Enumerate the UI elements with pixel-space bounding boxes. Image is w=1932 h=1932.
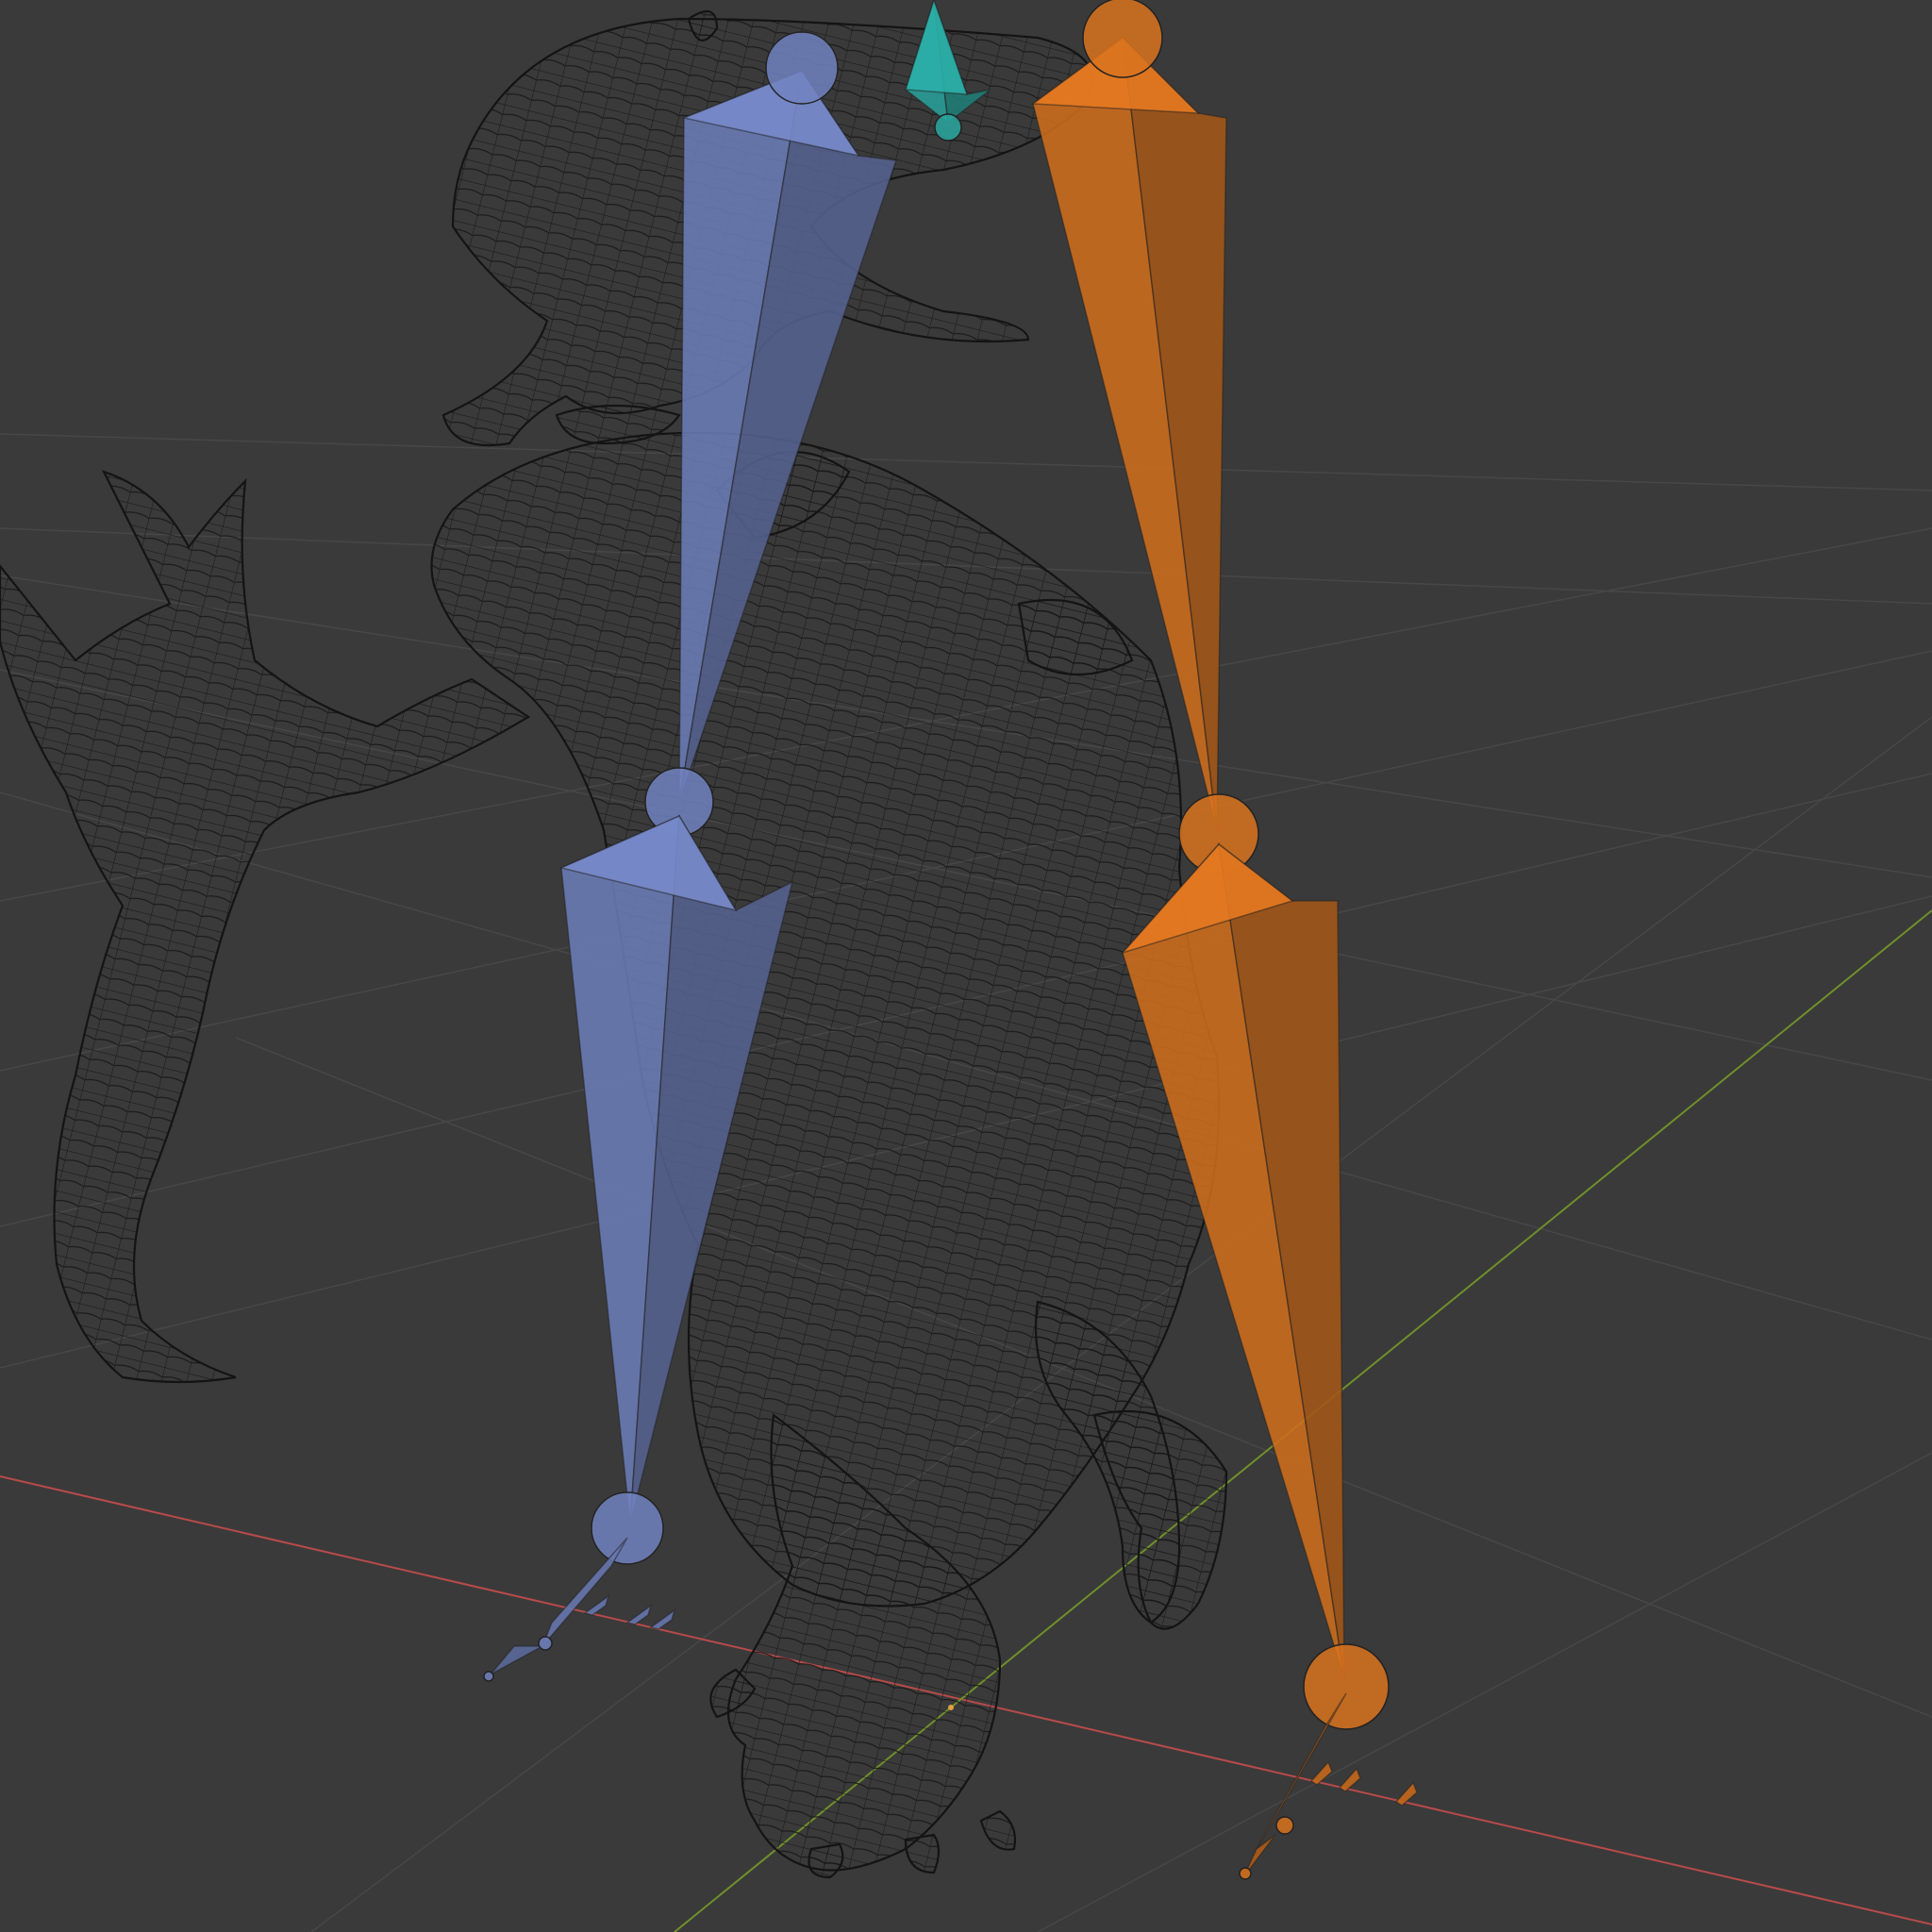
root-bone-tail-joint[interactable] xyxy=(934,113,962,142)
left-ankle-joint[interactable] xyxy=(591,1491,664,1565)
viewport-canvas[interactable] xyxy=(0,0,1932,1932)
right-foot-tip-joint[interactable] xyxy=(1239,1867,1252,1880)
3d-viewport[interactable] xyxy=(0,0,1932,1932)
left-foot-tip-joint[interactable] xyxy=(483,1671,494,1682)
origin-point xyxy=(948,1705,954,1710)
left-foot-joint[interactable] xyxy=(538,1636,553,1651)
right-ankle-joint[interactable] xyxy=(1303,1643,1390,1730)
right-foot-joint[interactable] xyxy=(1275,1816,1294,1835)
right-hip-joint[interactable] xyxy=(1082,0,1163,78)
left-hip-joint[interactable] xyxy=(765,31,839,105)
